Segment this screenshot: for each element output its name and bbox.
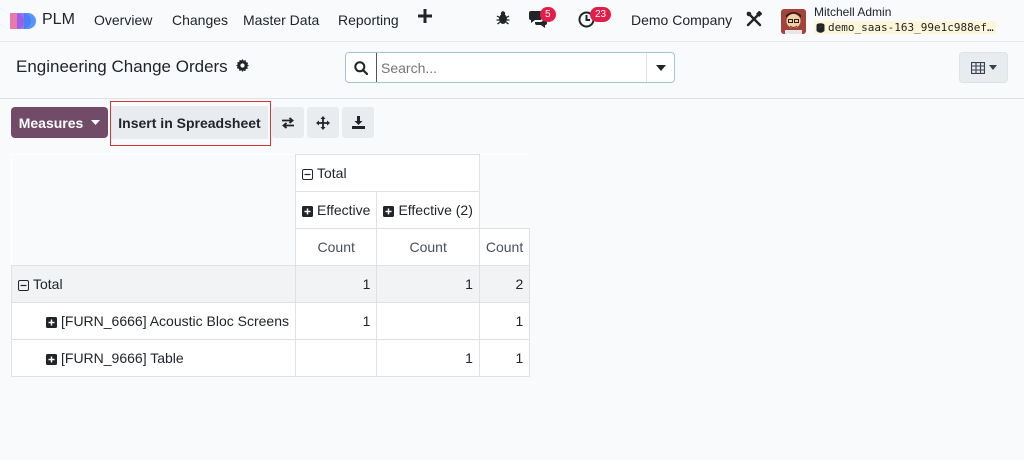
gear-icon[interactable] xyxy=(235,57,249,77)
caret-down-icon xyxy=(655,64,666,71)
measure-header-count[interactable]: Count xyxy=(376,228,480,266)
exchange-icon xyxy=(282,116,294,129)
database-name: demo_saas-163_99e1c988ef… xyxy=(814,21,996,34)
pivot-col-header-effective-2[interactable]: Effective (2) xyxy=(376,191,480,229)
flip-axis-button[interactable] xyxy=(272,107,304,138)
debug-bug-icon[interactable] xyxy=(496,10,510,26)
pivot-corner xyxy=(11,191,296,229)
menu-reporting[interactable]: Reporting xyxy=(338,12,399,28)
pivot-header-spacer xyxy=(479,154,530,192)
user-name[interactable]: Mitchell Admin xyxy=(814,5,891,19)
menu-master-data[interactable]: Master Data xyxy=(243,12,319,28)
app-name[interactable]: PLM xyxy=(42,11,75,29)
top-navbar: PLM Overview Changes Master Data Reporti… xyxy=(0,0,1024,42)
activity-clock-icon[interactable]: 23 xyxy=(578,7,612,28)
database-name-text: demo_saas-163_99e1c988ef… xyxy=(828,21,994,34)
arrows-move-icon xyxy=(316,115,330,130)
page-title: Engineering Change Orders xyxy=(16,57,249,77)
download-button[interactable] xyxy=(342,107,374,138)
activity-count-badge: 23 xyxy=(590,7,612,22)
expand-all-button[interactable] xyxy=(307,107,339,138)
search-icon[interactable] xyxy=(346,60,376,75)
pivot-col-header-total-label: Total xyxy=(317,165,347,181)
pivot-row-header[interactable]: [FURN_6666] Acoustic Bloc Screens xyxy=(11,302,296,340)
pivot-row-header-label: [FURN_9666] Table xyxy=(61,350,184,366)
search-options-toggle[interactable] xyxy=(646,53,674,82)
pivot-cell[interactable]: 1 xyxy=(294,302,378,340)
user-avatar[interactable] xyxy=(781,9,806,34)
pivot-cell[interactable]: 1 xyxy=(376,265,480,303)
expand-icon xyxy=(46,317,57,328)
app-logo-icon[interactable] xyxy=(8,10,36,32)
messages-icon[interactable]: 5 xyxy=(528,7,556,28)
pivot-col-header-effective-2-label: Effective (2) xyxy=(398,202,473,218)
pivot-col-header-total[interactable]: Total xyxy=(295,154,480,192)
expand-icon xyxy=(302,206,313,217)
plus-icon[interactable] xyxy=(418,9,432,23)
measure-header-count[interactable]: Count xyxy=(294,228,378,266)
caret-down-icon xyxy=(91,120,101,125)
expand-icon xyxy=(46,354,57,365)
download-icon xyxy=(351,116,365,129)
pivot-cell[interactable]: 1 xyxy=(478,302,531,340)
measures-label: Measures xyxy=(18,114,84,131)
collapse-icon xyxy=(302,169,313,180)
pivot-cell[interactable]: 1 xyxy=(478,339,531,377)
search-input[interactable] xyxy=(376,53,646,82)
pivot-cell[interactable]: 2 xyxy=(478,265,531,303)
page-title-text: Engineering Change Orders xyxy=(16,57,228,76)
pivot-header-spacer xyxy=(479,191,530,229)
menu-changes[interactable]: Changes xyxy=(172,12,228,28)
pivot-cell[interactable]: 1 xyxy=(376,339,480,377)
collapse-icon xyxy=(18,280,29,291)
pivot-corner xyxy=(11,154,296,192)
messages-count-badge: 5 xyxy=(540,7,556,22)
pivot-cell[interactable] xyxy=(376,302,480,340)
pivot-col-header-effective[interactable]: Effective xyxy=(294,191,378,229)
caret-down-icon xyxy=(988,65,997,70)
search-bar xyxy=(345,52,675,83)
pivot-col-header-effective-label: Effective xyxy=(317,202,371,218)
pivot-row-header-total[interactable]: Total xyxy=(11,265,296,303)
database-icon xyxy=(816,22,825,33)
expand-icon xyxy=(383,206,395,217)
pivot-row-header-label: [FURN_6666] Acoustic Bloc Screens xyxy=(61,313,289,329)
pivot-row-header[interactable]: [FURN_9666] Table xyxy=(11,339,296,377)
pivot-cell[interactable] xyxy=(294,339,378,377)
view-switcher-button[interactable] xyxy=(959,52,1008,83)
pivot-row-header-total-label: Total xyxy=(33,276,63,292)
pivot-table: Total Effective Effective (2) Count Coun… xyxy=(11,154,531,377)
measures-button[interactable]: Measures xyxy=(11,107,108,138)
highlight-box xyxy=(110,101,271,146)
measure-header-count[interactable]: Count xyxy=(478,228,531,266)
menu-overview[interactable]: Overview xyxy=(94,12,152,28)
pivot-corner xyxy=(11,228,296,266)
tools-icon[interactable] xyxy=(746,11,762,27)
pivot-cell[interactable]: 1 xyxy=(294,265,378,303)
company-switcher[interactable]: Demo Company xyxy=(631,12,732,28)
table-view-icon xyxy=(970,61,985,74)
